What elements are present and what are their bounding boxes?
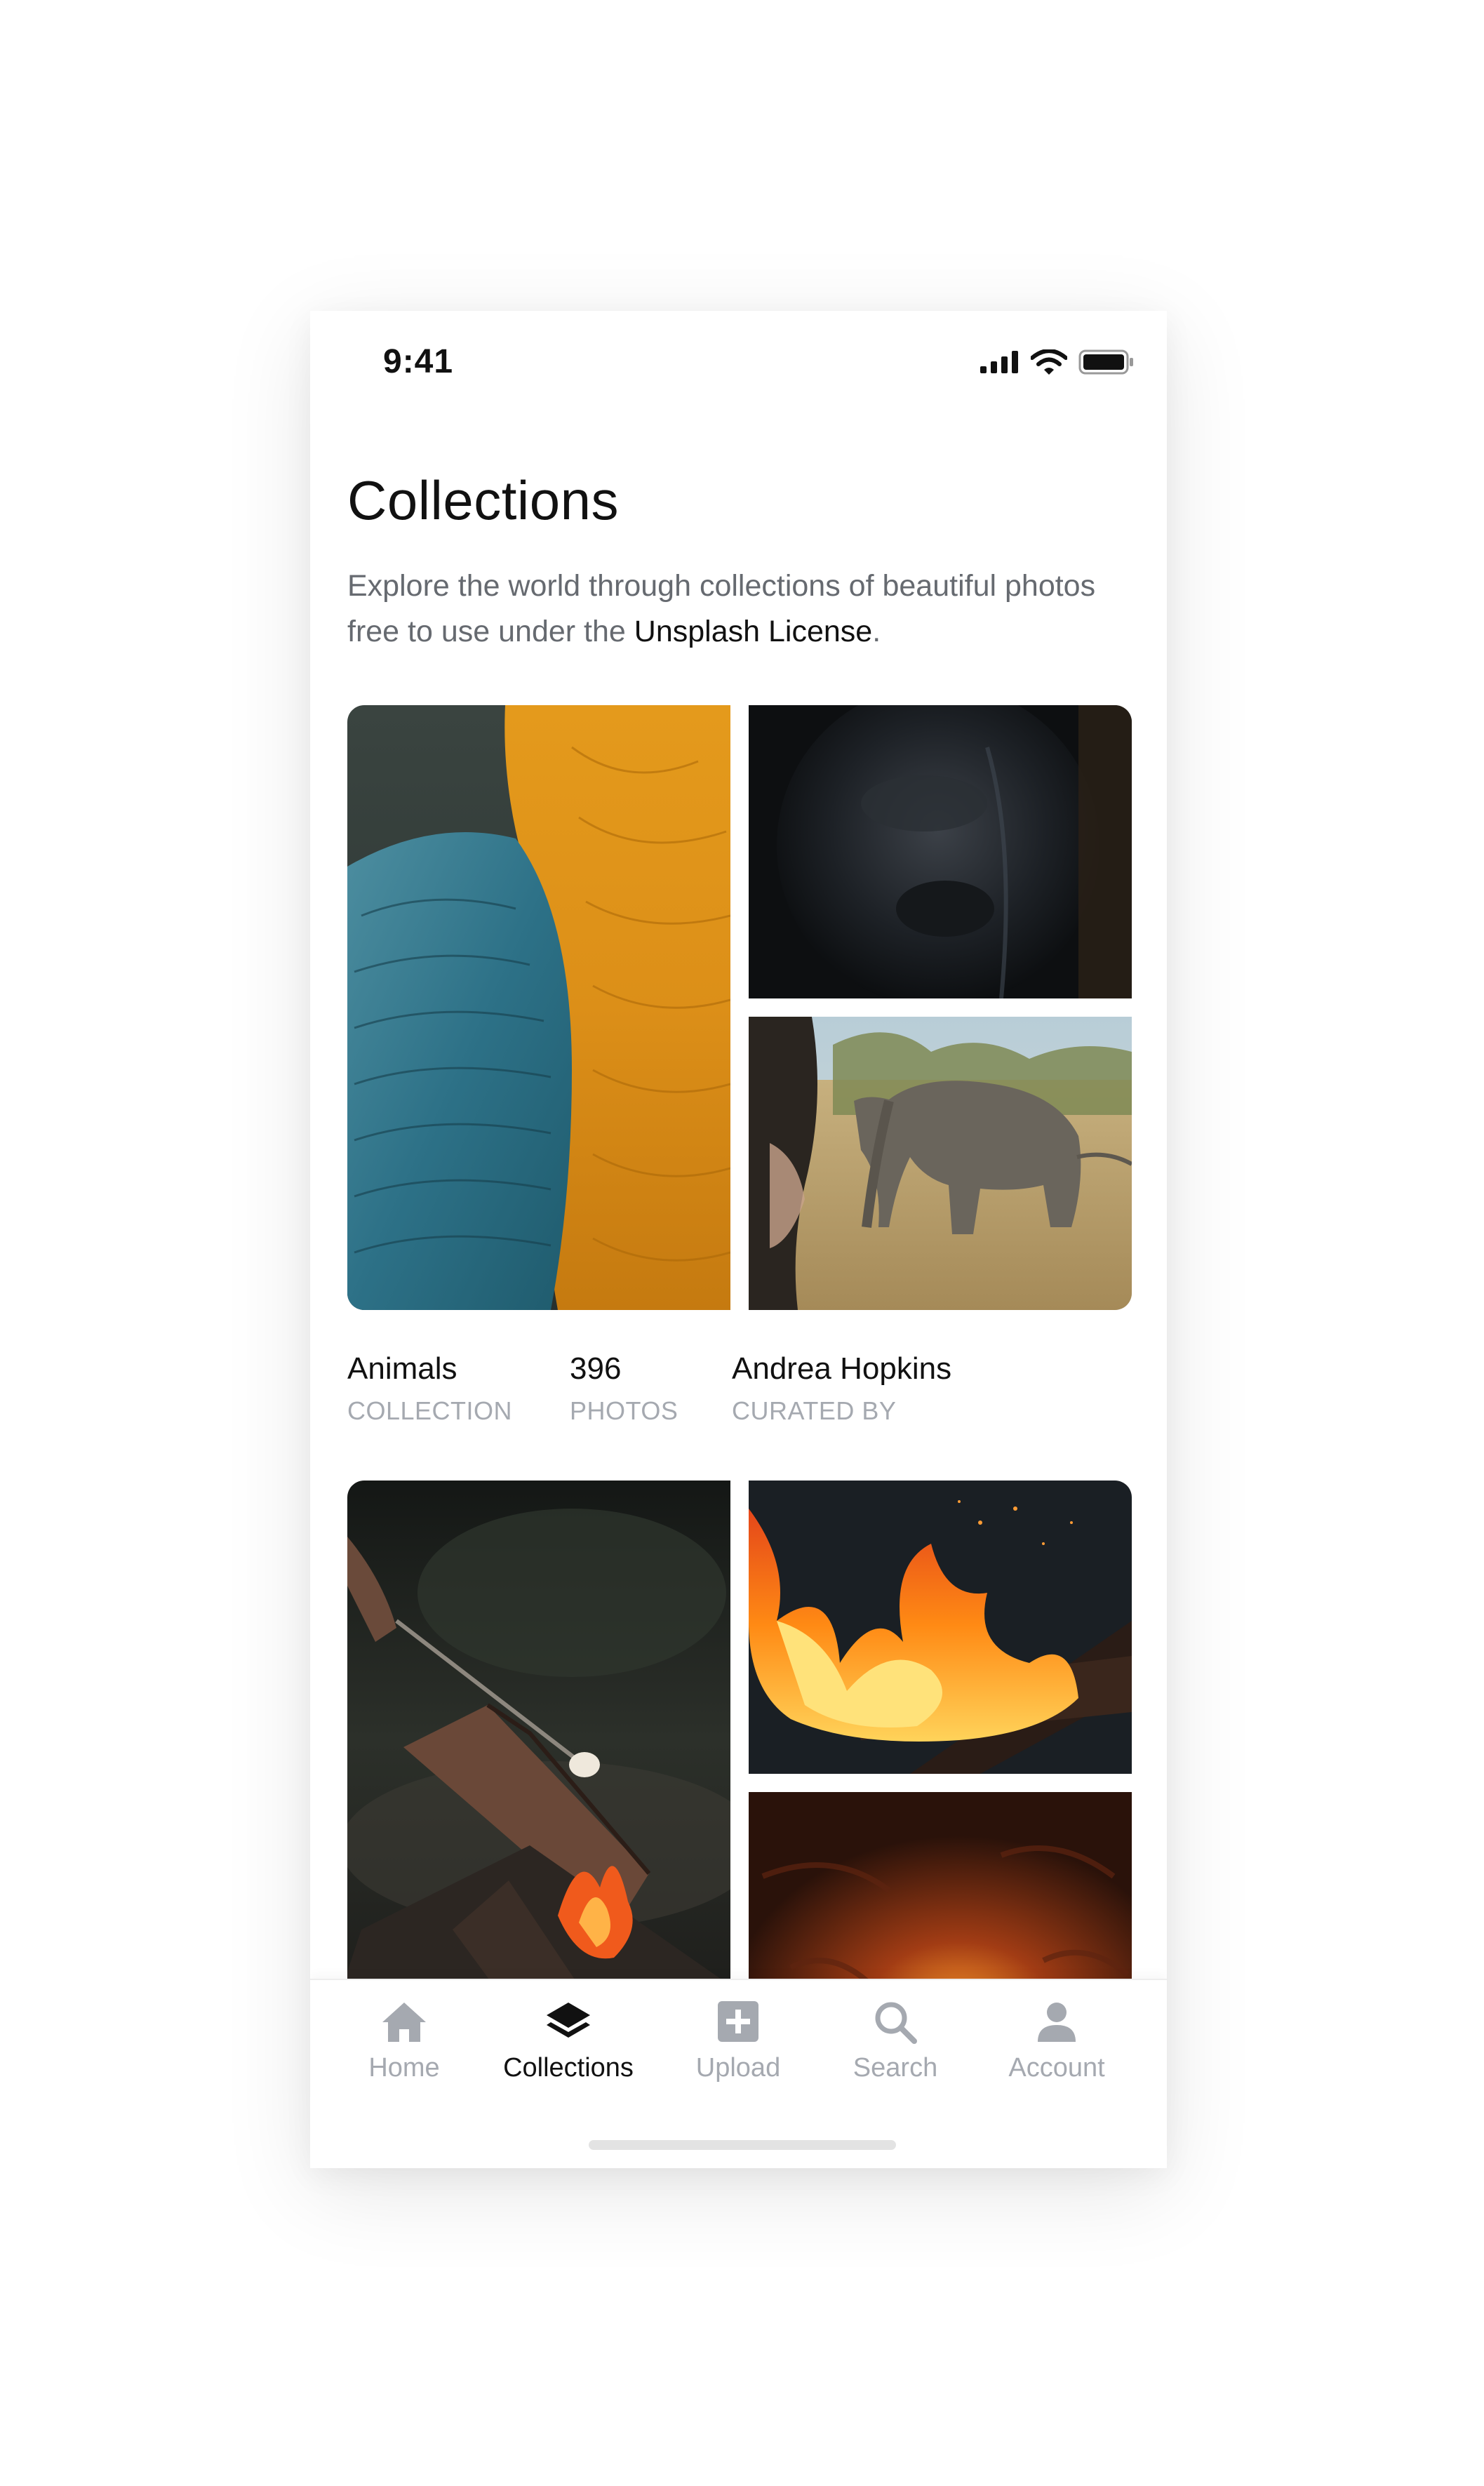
tab-upload[interactable]: Upload — [661, 2000, 815, 2083]
tab-account[interactable]: Account — [980, 2000, 1134, 2083]
tab-upload-label: Upload — [695, 2053, 781, 2083]
curator-name[interactable]: Andrea Hopkins — [732, 1348, 951, 1390]
collection-photo-elephant[interactable] — [749, 1017, 1132, 1310]
canvas: 9:41 Collections Explore the world throu… — [0, 0, 1484, 2486]
description-period: . — [872, 615, 881, 648]
stat-curator[interactable]: Andrea Hopkins CURATED BY — [732, 1348, 951, 1429]
collection-photo-gorilla[interactable] — [749, 705, 1132, 998]
tab-account-label: Account — [1008, 2053, 1105, 2083]
page-description: Explore the world through collections of… — [347, 563, 1126, 655]
tab-home[interactable]: Home — [327, 2000, 481, 2083]
layers-icon — [547, 2003, 590, 2038]
home-icon — [382, 2003, 426, 2042]
collection-stats: Animals COLLECTION 396 PHOTOS Andrea Hop… — [347, 1348, 1132, 1446]
collection-card-animals[interactable] — [347, 705, 1132, 1310]
user-icon — [1038, 2003, 1076, 2042]
home-indicator[interactable] — [589, 2140, 896, 2150]
photos-label: PHOTOS — [570, 1396, 679, 1425]
cellular-signal-icon — [980, 351, 1018, 373]
collection-label: COLLECTION — [347, 1396, 513, 1425]
stat-collection: Animals COLLECTION — [347, 1348, 512, 1429]
collection-card-fire[interactable] — [347, 1481, 1132, 2085]
tab-search[interactable]: Search — [818, 2000, 972, 2083]
phone-screen: 9:41 Collections Explore the world throu… — [310, 311, 1167, 2168]
collection-photo-parrot[interactable] — [347, 705, 730, 1310]
tab-collections[interactable]: Collections — [491, 2000, 646, 2083]
tab-collections-label: Collections — [503, 2053, 634, 2083]
status-time: 9:41 — [383, 343, 454, 380]
battery-icon — [1078, 349, 1133, 375]
status-icons — [980, 349, 1135, 375]
tab-home-label: Home — [368, 2053, 440, 2083]
plus-square-icon — [718, 2001, 758, 2042]
stat-photos: 396 PHOTOS — [570, 1348, 678, 1429]
collection-name: Animals — [347, 1351, 457, 1386]
search-icon — [875, 2002, 917, 2044]
collection-photo-campfire-marshmallow[interactable] — [347, 1481, 730, 2056]
tab-bar: Home Collections Upload Search Account — [310, 1979, 1167, 2168]
collection-photo-flames[interactable] — [749, 1481, 1132, 1774]
photo-count: 396 — [570, 1351, 622, 1386]
tab-search-label: Search — [853, 2053, 938, 2083]
license-link[interactable]: Unsplash License — [634, 615, 872, 648]
curated-by-label: CURATED BY — [732, 1396, 897, 1425]
wifi-icon — [1031, 349, 1067, 375]
page-title: Collections — [347, 469, 620, 531]
